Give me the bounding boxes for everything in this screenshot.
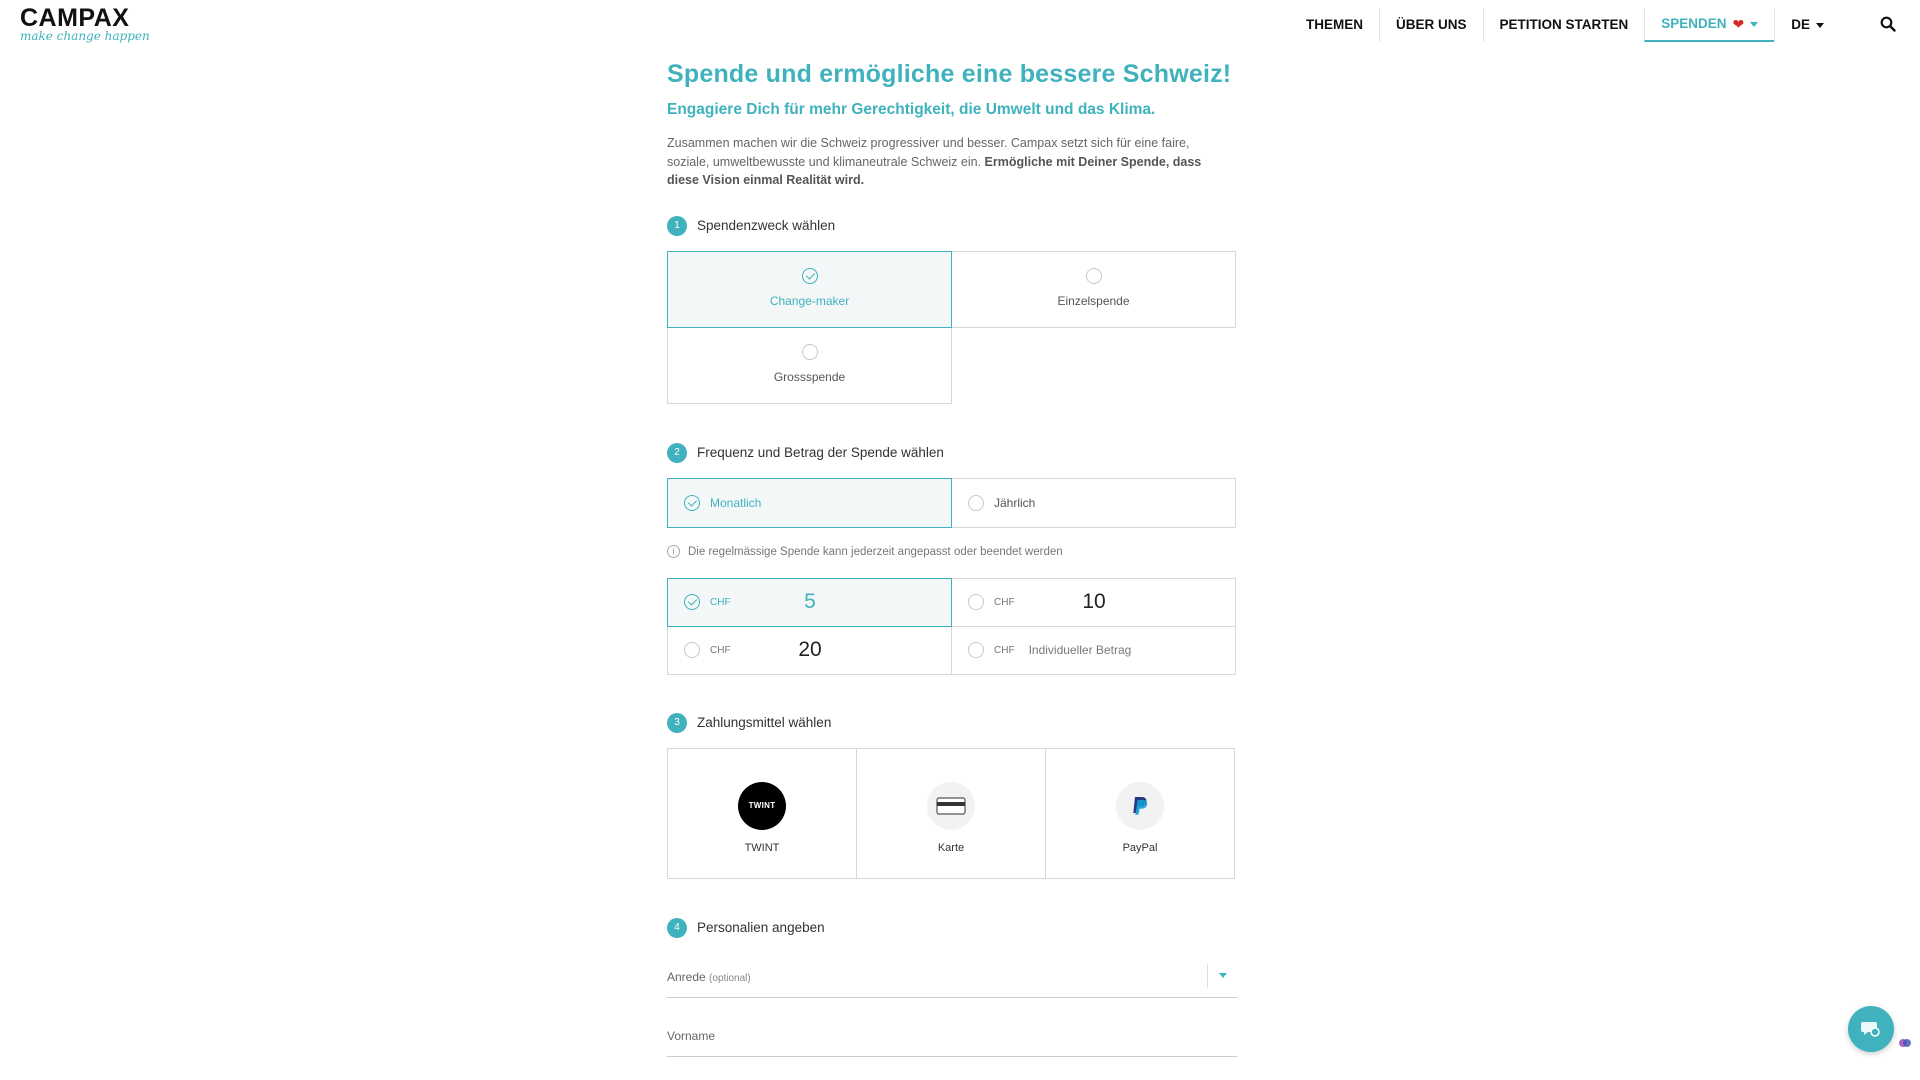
amount-option-20[interactable]: CHF 20 <box>667 625 952 675</box>
option-label: Einzelspende <box>1057 293 1130 308</box>
optional-note: (optional) <box>709 972 751 984</box>
amount-option-custom[interactable]: CHF Individueller Betrag <box>951 625 1236 675</box>
check-circle-icon <box>684 494 700 511</box>
chat-bubble-icon <box>1861 1022 1880 1037</box>
frequency-options: Monatlich Jährlich <box>667 477 1236 528</box>
step-title: Personalien angeben <box>697 920 825 935</box>
page-title: Spende und ermögliche eine bessere Schwe… <box>667 60 1232 88</box>
nav-item-themen[interactable]: THEMEN <box>1290 8 1379 42</box>
campax-logo[interactable]: CAMPAX make change happen <box>20 4 150 44</box>
intro-text: Zusammen machen wir die Schweiz progress… <box>667 134 1232 190</box>
step-number: 1 <box>667 215 687 236</box>
payment-label: PayPal <box>1122 841 1158 854</box>
site-header: CAMPAX make change happen THEMEN ÜBER UN… <box>0 0 1920 48</box>
payment-label: Karte <box>937 841 965 854</box>
step-personal-data: 4 Personalien angeben <box>667 917 1237 938</box>
option-label: Jährlich <box>994 495 1036 510</box>
purpose-option-einzelspende[interactable]: Einzelspende <box>951 250 1236 328</box>
step-frequency-amount: 2 Frequenz und Betrag der Spende wählen <box>667 442 1237 463</box>
currency-label: CHF <box>994 644 1015 656</box>
amount-option-5[interactable]: CHF 5 <box>667 577 952 627</box>
step-number: 3 <box>667 712 687 733</box>
nav-label: SPENDEN <box>1661 16 1727 31</box>
amount-value: 10 <box>1082 590 1106 613</box>
step-number: 4 <box>667 917 687 938</box>
payment-option-twint[interactable]: TWINT TWINT <box>667 747 857 879</box>
nav-item-spenden[interactable]: SPENDEN ❤ <box>1644 8 1775 42</box>
frequency-option-jaehrlich[interactable]: Jährlich <box>951 477 1236 528</box>
info-text: Die regelmässige Spende kann jederzeit a… <box>688 545 1063 558</box>
amount-option-10[interactable]: CHF 10 <box>951 577 1236 627</box>
field-label: Vorname <box>667 1028 716 1043</box>
paypal-icon <box>1116 781 1164 830</box>
radio-circle-icon <box>801 343 818 360</box>
radio-circle-icon <box>1085 267 1102 284</box>
step-payment: 3 Zahlungsmittel wählen <box>667 712 1237 733</box>
purpose-options: Change-maker Einzelspende Grossspende <box>667 250 1236 404</box>
option-label: Monatlich <box>710 495 762 510</box>
payment-options: TWINT TWINT Karte PayPal <box>667 747 1235 879</box>
step-title: Spendenzweck wählen <box>697 218 836 233</box>
custom-amount-input[interactable]: Individueller Betrag <box>1029 643 1132 657</box>
twint-logo-text: TWINT <box>748 801 776 810</box>
option-label: Grossspende <box>773 369 846 384</box>
radio-circle-icon <box>968 642 984 658</box>
main-nav: THEMEN ÜBER UNS PETITION STARTEN SPENDEN… <box>1290 8 1840 42</box>
logo-wordmark: CAMPAX <box>20 4 130 32</box>
chat-help-button[interactable] <box>1848 1006 1894 1052</box>
radio-circle-icon <box>968 494 984 511</box>
logo-tagline: make change happen <box>20 29 150 43</box>
nav-item-petition-starten[interactable]: PETITION STARTEN <box>1482 8 1645 42</box>
option-label: Change-maker <box>769 293 850 308</box>
chevron-down-icon <box>1816 22 1825 28</box>
frequency-option-monatlich[interactable]: Monatlich <box>667 477 952 528</box>
nav-label: DE <box>1791 17 1811 32</box>
donation-form: Spende und ermögliche eine bessere Schwe… <box>667 60 1237 1057</box>
frequency-info: i Die regelmässige Spende kann jederzeit… <box>667 544 1237 560</box>
salutation-select[interactable]: Anrede (optional) <box>667 963 1237 998</box>
chevron-down-icon <box>1750 21 1759 27</box>
field-label: Anrede <box>667 969 706 984</box>
nav-label: ÜBER UNS <box>1396 17 1467 32</box>
payment-option-paypal[interactable]: PayPal <box>1045 747 1235 879</box>
step-purpose: 1 Spendenzweck wählen <box>667 215 1237 236</box>
purpose-option-change-maker[interactable]: Change-maker <box>667 250 952 328</box>
privacy-widget-icon[interactable] <box>1898 1036 1912 1050</box>
payment-label: TWINT <box>744 841 780 854</box>
search-icon[interactable] <box>1880 16 1896 32</box>
nav-label: THEMEN <box>1306 17 1363 32</box>
step-title: Frequenz und Betrag der Spende wählen <box>697 445 944 460</box>
page-subtitle: Engagiere Dich für mehr Gerechtigkeit, d… <box>667 101 1156 118</box>
amount-value: 5 <box>804 590 816 613</box>
credit-card-icon <box>927 781 975 830</box>
firstname-field[interactable]: Vorname <box>667 1029 1237 1057</box>
nav-label: PETITION STARTEN <box>1499 17 1629 32</box>
nav-item-ueber-uns[interactable]: ÜBER UNS <box>1379 8 1483 42</box>
chevron-down-icon[interactable] <box>1207 963 1237 988</box>
step-number: 2 <box>667 442 687 463</box>
info-icon: i <box>667 545 680 558</box>
language-switcher[interactable]: DE <box>1774 8 1840 42</box>
step-title: Zahlungsmittel wählen <box>697 715 832 730</box>
heart-icon: ❤ <box>1732 16 1745 32</box>
twint-icon: TWINT <box>738 781 786 830</box>
check-circle-icon <box>801 267 818 284</box>
payment-option-karte[interactable]: Karte <box>856 747 1046 879</box>
purpose-option-grossspende[interactable]: Grossspende <box>667 326 952 404</box>
amount-options: CHF 5 CHF 10 CHF 20 CHF Individueller Be… <box>667 577 1236 675</box>
amount-value: 20 <box>798 638 822 661</box>
